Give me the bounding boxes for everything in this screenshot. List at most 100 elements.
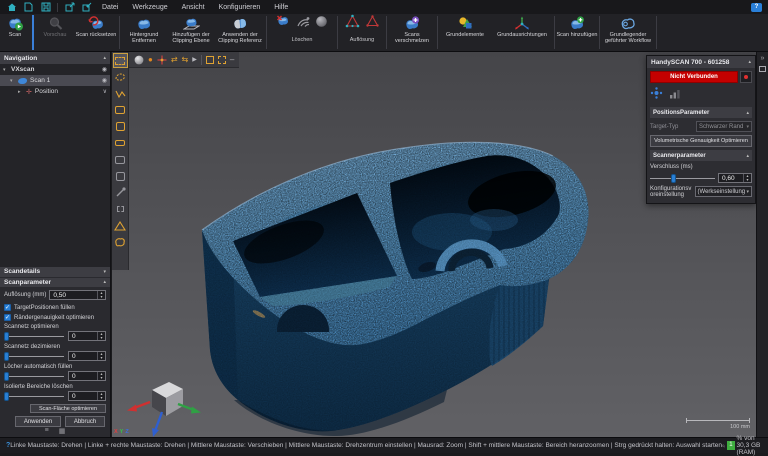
- visibility-eye-icon[interactable]: ◉: [102, 66, 107, 73]
- visibility-closed-eye-icon[interactable]: ∨: [103, 88, 107, 95]
- delete-selection-icon[interactable]: [276, 14, 291, 33]
- save-icon[interactable]: [40, 2, 51, 13]
- clipping-referenz-button[interactable]: Anwenden der Clipping Referenz: [215, 14, 265, 51]
- fill-holes-spinbox[interactable]: 0▴▾: [68, 371, 106, 381]
- spinner-arrows-icon[interactable]: ▴▾: [97, 352, 105, 360]
- resolution-spinbox[interactable]: 0,50 ▴▾: [49, 290, 106, 300]
- checkbox-checked-icon[interactable]: ✓: [4, 314, 11, 321]
- orientation-gizmo[interactable]: [127, 382, 201, 437]
- float-panel-icon[interactable]: [759, 66, 766, 72]
- zoom-selection-icon[interactable]: [218, 56, 226, 64]
- scan-hinzufuegen-button[interactable]: Scan hinzufügen: [556, 14, 598, 51]
- menu-ansicht[interactable]: Ansicht: [178, 4, 209, 11]
- delete-lasso-icon[interactable]: [296, 14, 310, 33]
- rectangle-selection-tool[interactable]: [114, 54, 127, 67]
- slider-handle[interactable]: [4, 332, 9, 341]
- delete-isolated-slider[interactable]: [4, 392, 64, 401]
- export-session-icon[interactable]: [81, 2, 92, 13]
- triangle-selection-tool[interactable]: [114, 219, 127, 232]
- scandetails-header[interactable]: Scandetails ▾: [0, 267, 110, 277]
- collapse-toolbar-icon[interactable]: –: [230, 56, 234, 64]
- workflow-button[interactable]: Grundlegender geführter Workflow: [601, 14, 655, 51]
- optimize-mesh-spinbox[interactable]: 0▴▾: [68, 331, 106, 341]
- scan-ruecksetzen-button[interactable]: Scan rücksetzen: [74, 14, 118, 51]
- lasso-selection-tool[interactable]: [114, 71, 127, 84]
- decimate-mesh-slider[interactable]: [4, 352, 64, 361]
- new-document-icon[interactable]: [23, 2, 34, 13]
- target-typ-select[interactable]: Schwarzer Rand ▾: [696, 121, 752, 132]
- config-preset-select[interactable]: (Werkseinstellung ▾: [695, 186, 752, 197]
- polyline-selection-tool[interactable]: [114, 87, 127, 100]
- tree-item-position[interactable]: ▸ ✛ Position ∨: [0, 86, 110, 97]
- resolution-increase-icon[interactable]: [345, 14, 360, 33]
- tree-item-scan1[interactable]: ▾ Scan 1 ◉: [0, 75, 110, 86]
- selection-mode-subtract[interactable]: [114, 137, 127, 150]
- spinner-arrows-icon[interactable]: ▴▾: [743, 174, 751, 182]
- slider-handle[interactable]: [4, 392, 9, 401]
- checkbox-row-targets[interactable]: ✓ TargetPositionen füllen: [4, 304, 106, 311]
- positionsparameter-header[interactable]: PositionsParameter ▴: [650, 107, 752, 118]
- scanner-position-icon[interactable]: [650, 86, 663, 104]
- zoom-frame-icon[interactable]: [206, 56, 214, 64]
- tree-item-vxscan[interactable]: ▾ VXscan ◉: [0, 64, 110, 75]
- grundelemente-button[interactable]: Grundelemente: [439, 14, 491, 51]
- hintergrund-entfernen-button[interactable]: Hintergrund Entfernen: [121, 14, 167, 51]
- spinner-arrows-icon[interactable]: ▴▾: [97, 291, 105, 299]
- vorschau-button[interactable]: Vorschau: [36, 14, 74, 51]
- visibility-eye-icon[interactable]: ◉: [102, 77, 107, 84]
- expand-panel-icon[interactable]: »: [761, 55, 765, 62]
- navigation-header[interactable]: Navigation ▴: [0, 52, 110, 64]
- connection-status-button[interactable]: Nicht Verbunden: [650, 71, 738, 83]
- optimize-surface-button[interactable]: Scan-Fläche optimieren: [30, 404, 106, 413]
- selection-mode-visible[interactable]: [114, 153, 127, 166]
- expander-icon[interactable]: ▾: [3, 67, 8, 73]
- flip-vertical-icon[interactable]: ⇆: [182, 56, 189, 64]
- grid-view-icon[interactable]: ▦: [59, 427, 66, 435]
- decimate-mesh-spinbox[interactable]: 0▴▾: [68, 351, 106, 361]
- selection-mode-add[interactable]: [114, 120, 127, 133]
- optimize-mesh-slider[interactable]: [4, 332, 64, 341]
- slider-handle[interactable]: [4, 352, 9, 361]
- brush-selection-tool[interactable]: [114, 186, 127, 199]
- shaded-view-icon[interactable]: [134, 55, 144, 65]
- expander-icon[interactable]: ▾: [10, 78, 15, 84]
- slider-handle[interactable]: [4, 372, 9, 381]
- grundausrichtungen-button[interactable]: Grundausrichtungen: [491, 14, 553, 51]
- checkbox-checked-icon[interactable]: ✓: [4, 304, 11, 311]
- home-icon[interactable]: [6, 2, 17, 13]
- fill-holes-slider[interactable]: [4, 372, 64, 381]
- delete-sphere-icon[interactable]: [315, 15, 328, 33]
- flip-horizontal-icon[interactable]: ⇄: [171, 56, 178, 64]
- clipping-ebene-button[interactable]: Hinzufügen der Clipping Ebene: [167, 14, 215, 51]
- menu-hilfe[interactable]: Hilfe: [270, 4, 292, 11]
- spinner-arrows-icon[interactable]: ▴▾: [97, 332, 105, 340]
- freeform-selection-tool[interactable]: [114, 236, 127, 249]
- checkbox-row-edge-accuracy[interactable]: ✓ Rändergenauigkeit optimieren: [4, 314, 106, 321]
- menu-datei[interactable]: Datei: [98, 4, 122, 11]
- anwenden-button[interactable]: Anwenden: [15, 416, 61, 427]
- volumetric-accuracy-button[interactable]: Volumetrische Genauigkeit Optimieren: [650, 135, 752, 147]
- spinner-arrows-icon[interactable]: ▴▾: [97, 392, 105, 400]
- list-view-icon[interactable]: ≡: [45, 427, 49, 435]
- scans-verschmelzen-button[interactable]: Scans verschmelzen: [388, 14, 436, 51]
- center-rotation-icon[interactable]: [157, 55, 167, 65]
- menu-konfigurieren[interactable]: Konfigurieren: [215, 4, 265, 11]
- help-bubble-icon[interactable]: ?: [751, 3, 762, 12]
- import-session-icon[interactable]: [64, 2, 75, 13]
- expander-icon[interactable]: ▸: [18, 89, 23, 95]
- scannerparameter-header[interactable]: Scannerparameter ▴: [650, 150, 752, 161]
- resolution-decrease-icon[interactable]: [365, 14, 380, 33]
- scan-button[interactable]: Scan: [0, 14, 30, 51]
- selection-mode-through[interactable]: [114, 170, 127, 183]
- shutter-spinbox[interactable]: 0,60 ▴▾: [718, 173, 752, 183]
- menu-werkzeuge[interactable]: Werkzeuge: [128, 4, 171, 11]
- play-view-icon[interactable]: ▶: [192, 56, 197, 64]
- small-selection-tool[interactable]: [114, 203, 127, 216]
- targets-view-icon[interactable]: ●: [148, 56, 153, 64]
- abbruch-button[interactable]: Abbruch: [65, 416, 105, 427]
- shutter-slider[interactable]: [650, 174, 715, 183]
- slider-handle[interactable]: [671, 174, 676, 183]
- selection-mode-replace[interactable]: [114, 104, 127, 117]
- scanparameter-header[interactable]: Scanparameter ▴: [0, 278, 110, 288]
- scanner-panel-header[interactable]: HandySCAN 700 - 601258 ▴: [647, 56, 755, 68]
